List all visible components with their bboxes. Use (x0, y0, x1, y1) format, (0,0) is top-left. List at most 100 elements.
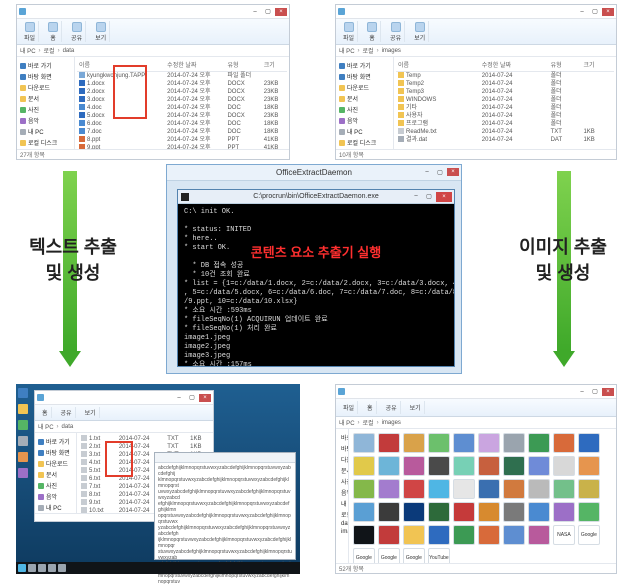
table-row[interactable]: 5.docx2014-07-24 오후DOCX23KB (77, 112, 287, 120)
desktop-icon[interactable] (18, 404, 28, 414)
thumbnail[interactable] (453, 525, 475, 545)
thumbnail[interactable] (353, 456, 375, 476)
sidebar-item[interactable]: 다운로드 (338, 454, 346, 465)
sidebar-item[interactable]: 로컬 디스크 (338, 137, 391, 148)
maximize-button[interactable]: ▢ (589, 388, 601, 396)
file-list[interactable]: 이름 수정한 날짜 유형 크기 Temp2014-07-24폴더Temp2201… (394, 57, 616, 149)
table-row[interactable]: 결과.dat2014-07-24DAT1KB (396, 136, 614, 144)
breadcrumb-seg[interactable]: 내 PC (339, 418, 355, 427)
ribbon-tab[interactable]: 공유 (58, 407, 76, 418)
sidebar-item[interactable]: 다운로드 (338, 82, 391, 93)
minimize-button[interactable]: – (249, 8, 261, 16)
breadcrumb-seg[interactable]: 로컬 (44, 46, 55, 55)
minimize-button[interactable]: – (410, 192, 422, 200)
thumbnail[interactable] (528, 479, 550, 499)
table-row[interactable]: 프로그램2014-07-24폴더 (396, 120, 614, 128)
column-header[interactable]: 유형 (549, 59, 582, 72)
column-header[interactable]: 크기 (581, 59, 614, 72)
ribbon-tab[interactable]: 보기 (92, 21, 110, 42)
sidebar-item[interactable]: 문서 (19, 93, 72, 104)
sidebar-item[interactable]: 문서 (37, 469, 74, 480)
thumbnail[interactable] (353, 525, 375, 545)
thumbnail[interactable] (478, 525, 500, 545)
table-row[interactable]: 1.docx2014-07-24 오후DOCX23KB (77, 80, 287, 88)
minimize-button[interactable]: – (173, 394, 185, 402)
sidebar-item[interactable]: 로컬 디스크 (338, 509, 346, 520)
column-header[interactable]: 이름 (77, 59, 165, 72)
thumbnail[interactable] (353, 502, 375, 522)
table-row[interactable]: 3.docx2014-07-24 오후DOCX23KB (77, 96, 287, 104)
sidebar-item[interactable]: 내 PC (19, 126, 72, 137)
thumbnail[interactable] (478, 456, 500, 476)
ribbon-tab[interactable]: 보기 (407, 401, 425, 414)
sidebar-item[interactable]: 음악 (19, 115, 72, 126)
sidebar-item[interactable]: 바로 가기 (37, 436, 74, 447)
sidebar-item[interactable]: 내 PC (37, 502, 74, 513)
taskbar-button[interactable] (28, 564, 36, 572)
thumbnail-brand[interactable]: Google (403, 548, 425, 563)
sidebar-item[interactable]: 내 PC (338, 498, 346, 509)
table-row[interactable]: 사용자2014-07-24폴더 (396, 112, 614, 120)
close-button[interactable]: × (602, 8, 614, 16)
table-row[interactable]: 2.txt2014-07-24TXT1KB (79, 443, 211, 451)
table-row[interactable]: WINDOWS2014-07-24폴더 (396, 96, 614, 104)
taskbar-button[interactable] (38, 564, 46, 572)
thumbnail[interactable] (553, 479, 575, 499)
column-header[interactable]: 이름 (396, 59, 480, 72)
thumbnail[interactable] (403, 479, 425, 499)
ribbon-tab[interactable]: 파일 (21, 21, 39, 42)
sidebar-item[interactable]: data (338, 148, 391, 149)
ribbon-tab[interactable]: 공유 (387, 21, 405, 42)
table-row[interactable]: kyungkwonjung.TAPP2014-07-24 오후파일 폴더 (77, 72, 287, 81)
thumbnail[interactable] (428, 456, 450, 476)
sidebar-item[interactable]: 바탕 화면 (338, 71, 391, 82)
table-row[interactable]: 기타2014-07-24폴더 (396, 104, 614, 112)
column-header[interactable]: 유형 (225, 59, 261, 72)
thumbnail[interactable] (578, 433, 600, 453)
sidebar-item[interactable]: 문서 (338, 465, 346, 476)
sidebar-item[interactable]: 사진 (19, 104, 72, 115)
thumbnail-brand[interactable]: Google (353, 548, 375, 563)
maximize-button[interactable]: ▢ (186, 394, 198, 402)
thumbnail[interactable] (378, 525, 400, 545)
taskbar[interactable] (16, 562, 300, 574)
thumbnail[interactable] (578, 456, 600, 476)
ribbon-tab[interactable]: 파일 (340, 21, 358, 42)
ribbon-tab[interactable]: 홈 (39, 407, 52, 418)
desktop-icon[interactable] (18, 436, 28, 446)
desktop-icon[interactable] (18, 420, 28, 430)
thumbnail-brand[interactable]: NASA (553, 525, 575, 545)
close-button[interactable]: × (275, 8, 287, 16)
ribbon-tab[interactable]: 파일 (340, 401, 358, 414)
sidebar-item[interactable]: 사진 (37, 480, 74, 491)
thumbnail[interactable] (578, 502, 600, 522)
thumbnail[interactable] (553, 502, 575, 522)
ribbon-tab[interactable]: 보기 (82, 407, 100, 418)
thumbnail-brand[interactable]: Google (378, 548, 400, 563)
taskbar-button[interactable] (58, 564, 66, 572)
sidebar-item[interactable]: 음악 (37, 491, 74, 502)
sidebar-item[interactable]: 내 PC (338, 126, 391, 137)
sidebar-item[interactable]: data (338, 520, 346, 528)
thumbnail[interactable] (503, 525, 525, 545)
table-row[interactable]: 9.ppt2014-07-24 오후PPT41KB (77, 144, 287, 149)
thumbnail[interactable] (378, 479, 400, 499)
table-row[interactable]: Temp32014-07-24폴더 (396, 88, 614, 96)
breadcrumb-seg[interactable]: data (62, 424, 74, 430)
taskbar-button[interactable] (48, 564, 56, 572)
thumbnail[interactable] (553, 456, 575, 476)
thumbnail[interactable] (528, 525, 550, 545)
thumbnail[interactable] (503, 433, 525, 453)
breadcrumb-seg[interactable]: images (382, 420, 401, 426)
thumbnail[interactable] (528, 502, 550, 522)
table-row[interactable]: 2.docx2014-07-24 오후DOCX23KB (77, 88, 287, 96)
thumbnail-brand[interactable]: YouTube (428, 548, 450, 563)
table-row[interactable]: Temp22014-07-24폴더 (396, 80, 614, 88)
table-row[interactable]: Temp2014-07-24폴더 (396, 72, 614, 81)
table-row[interactable]: ReadMe.txt2014-07-24TXT1KB (396, 128, 614, 136)
table-row[interactable]: 7.doc2014-07-24 오후DOC18KB (77, 128, 287, 136)
sidebar-item[interactable]: 바로 가기 (338, 432, 346, 443)
sidebar-item[interactable]: 문서 (338, 93, 391, 104)
minimize-button[interactable]: – (576, 8, 588, 16)
thumbnail-grid[interactable]: NASAGoogleGoogleGoogleGoogleYouTube (349, 429, 616, 563)
